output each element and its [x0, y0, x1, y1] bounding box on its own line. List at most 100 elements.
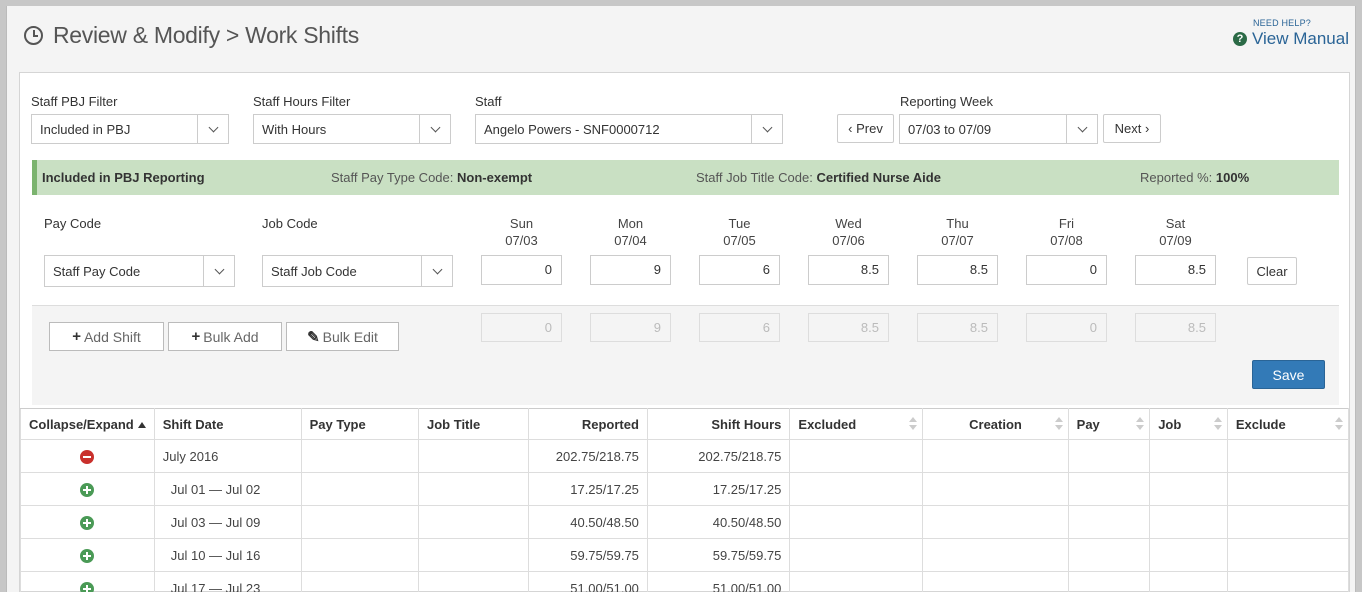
toggle-cell[interactable] [20, 571, 155, 592]
reporting-week-value: 07/03 to 07/09 [908, 121, 992, 137]
reporting-week-select[interactable]: 07/03 to 07/09 [899, 114, 1098, 144]
day-header-tue: Tue 07/05 [723, 216, 756, 248]
total-mon: 9 [590, 313, 671, 342]
chevron-down-icon [203, 256, 234, 286]
plus-icon: + [72, 328, 81, 345]
expand-icon[interactable] [80, 581, 95, 592]
table-row: Jul 01 — Jul 02 17.25/17.25 17.25/17.25 [20, 472, 1350, 506]
reported-cell: 51.00/51.00 [527, 571, 648, 592]
col-job-title[interactable]: Job Title [418, 408, 529, 440]
job-cell [1149, 439, 1228, 473]
col-job[interactable]: Job [1149, 408, 1228, 440]
plus-icon: + [191, 328, 201, 345]
view-manual-link[interactable]: ? View Manual [1232, 29, 1349, 49]
excluded-cell [789, 439, 924, 473]
pay-type-cell [300, 538, 420, 572]
total-wed: 8.5 [808, 313, 889, 342]
toggle-cell[interactable] [20, 439, 155, 473]
expand-icon[interactable] [80, 548, 95, 563]
bulk-add-button[interactable]: + Bulk Add [168, 322, 282, 351]
col-exclude[interactable]: Exclude [1226, 408, 1350, 440]
staff-pbj-filter-select[interactable]: Included in PBJ [31, 114, 229, 144]
toggle-cell[interactable] [20, 538, 155, 572]
chevron-down-icon [421, 256, 452, 286]
add-shift-button[interactable]: + Add Shift [49, 322, 164, 351]
pay-code-select[interactable]: Staff Pay Code [44, 255, 235, 287]
staff-hours-filter-select[interactable]: With Hours [253, 114, 451, 144]
staff-hours-filter-label: Staff Hours Filter [253, 94, 351, 109]
pay-type-cell [300, 505, 420, 539]
reported-cell: 40.50/48.50 [527, 505, 648, 539]
pay-cell [1067, 505, 1151, 539]
job-code-select[interactable]: Staff Job Code [262, 255, 453, 287]
pay-type-cell [300, 439, 420, 473]
exclude-cell [1226, 439, 1350, 473]
total-sun: 0 [481, 313, 562, 342]
staff-pbj-filter-value: Included in PBJ [40, 121, 131, 137]
shift-hours-cell: 51.00/51.00 [646, 571, 791, 592]
creation-cell [922, 472, 1069, 506]
reported-percent-info: Reported %: 100% [1140, 170, 1250, 185]
job-title-cell [418, 571, 529, 592]
exclude-cell [1226, 505, 1350, 539]
toggle-cell[interactable] [20, 472, 155, 506]
help-area: NEED HELP? ? View Manual [1232, 18, 1349, 49]
staff-select[interactable]: Angelo Powers - SNF0000712 [475, 114, 783, 144]
job-code-value: Staff Job Code [271, 263, 357, 279]
job-cell [1149, 571, 1228, 592]
pay-cell [1067, 538, 1151, 572]
day-header-wed: Wed 07/06 [832, 216, 865, 248]
shift-date-cell: Jul 17 — Jul 23 [153, 571, 302, 592]
clear-button[interactable]: Clear [1247, 257, 1297, 285]
day-header-mon: Mon 07/04 [614, 216, 647, 248]
collapse-icon[interactable] [80, 449, 95, 464]
page-title: Review & Modify > Work Shifts [53, 22, 359, 48]
hours-input-wed[interactable]: 8.5 [808, 255, 889, 285]
col-pay-type[interactable]: Pay Type [300, 408, 420, 440]
prev-week-button[interactable]: ‹ Prev [837, 114, 894, 143]
hours-input-sat[interactable]: 8.5 [1135, 255, 1216, 285]
col-shift-date[interactable]: Shift Date [153, 408, 302, 440]
bulk-edit-button[interactable]: ✎ Bulk Edit [286, 322, 399, 351]
expand-icon[interactable] [80, 515, 95, 530]
clock-icon [24, 26, 43, 45]
title-area: Review & Modify > Work Shifts [24, 22, 359, 49]
pencil-icon: ✎ [307, 328, 320, 346]
sort-icon [1054, 417, 1063, 431]
save-button[interactable]: Save [1252, 360, 1325, 389]
job-cell [1149, 472, 1228, 506]
job-title-info: Staff Job Title Code: Certified Nurse Ai… [696, 170, 941, 185]
pay-type-cell [300, 472, 420, 506]
main-panel: Staff PBJ Filter Included in PBJ Staff H… [19, 72, 1350, 592]
sort-icon [1213, 417, 1222, 431]
job-code-label: Job Code [262, 216, 318, 231]
app-window: Review & Modify > Work Shifts NEED HELP?… [6, 6, 1356, 592]
col-reported[interactable]: Reported [527, 408, 648, 440]
col-pay[interactable]: Pay [1067, 408, 1151, 440]
expand-icon[interactable] [80, 482, 95, 497]
reporting-week-label: Reporting Week [900, 94, 993, 109]
col-shift-hours[interactable]: Shift Hours [646, 408, 791, 440]
creation-cell [922, 505, 1069, 539]
hours-input-tue[interactable]: 6 [699, 255, 780, 285]
total-thu: 8.5 [917, 313, 998, 342]
shift-date-cell: Jul 01 — Jul 02 [153, 472, 302, 506]
toggle-cell[interactable] [20, 505, 155, 539]
col-creation[interactable]: Creation [922, 408, 1069, 440]
view-manual-label: View Manual [1251, 29, 1349, 48]
staff-value: Angelo Powers - SNF0000712 [484, 121, 660, 137]
col-collapse-expand[interactable]: Collapse/Expand [20, 408, 155, 440]
reported-cell: 17.25/17.25 [527, 472, 648, 506]
hours-input-fri[interactable]: 0 [1026, 255, 1107, 285]
table-header-row: Collapse/Expand Shift Date Pay Type Job … [20, 408, 1350, 440]
hours-input-mon[interactable]: 9 [590, 255, 671, 285]
hours-input-sun[interactable]: 0 [481, 255, 562, 285]
pay-code-label: Pay Code [44, 216, 102, 231]
chevron-down-icon [1066, 115, 1097, 143]
sort-icon [908, 417, 918, 431]
chevron-down-icon [751, 115, 782, 143]
col-excluded[interactable]: Excluded [789, 408, 924, 440]
shifts-table: Collapse/Expand Shift Date Pay Type Job … [20, 408, 1350, 592]
hours-input-thu[interactable]: 8.5 [917, 255, 998, 285]
next-week-button[interactable]: Next › [1103, 114, 1161, 143]
